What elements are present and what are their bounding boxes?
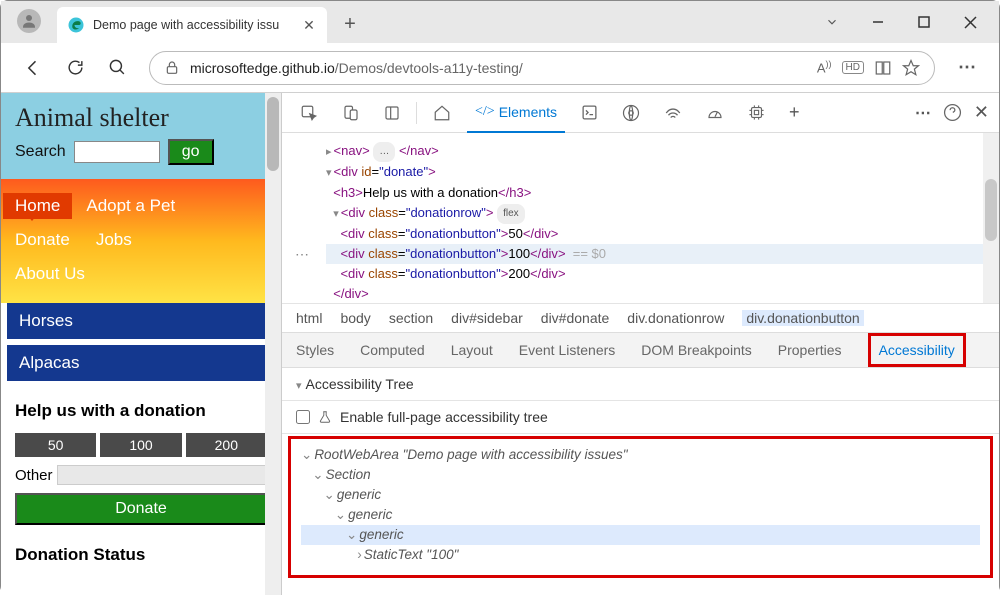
refresh-button[interactable] (57, 50, 93, 86)
network-tab[interactable] (656, 93, 690, 133)
memory-tab[interactable] (740, 93, 773, 133)
enable-checkbox[interactable] (296, 410, 310, 424)
close-devtools-icon[interactable]: ✕ (974, 102, 989, 123)
new-tab-button[interactable]: + (335, 9, 365, 39)
donate-button[interactable]: Donate (15, 493, 267, 525)
close-tab-icon[interactable]: ✕ (301, 17, 317, 33)
styles-subtabs: Styles Computed Layout Event Listeners D… (282, 332, 999, 368)
page-title: Animal shelter (15, 103, 267, 133)
close-window-button[interactable] (947, 1, 993, 43)
accessibility-tree[interactable]: RootWebArea "Demo page with accessibilit… (288, 436, 993, 578)
rendered-page: Animal shelter Search go Home Adopt a Pe… (1, 93, 281, 595)
console-tab[interactable] (573, 93, 606, 133)
sources-tab[interactable] (614, 93, 648, 133)
link-horses[interactable]: Horses (7, 303, 275, 339)
elements-tab[interactable]: </>Elements (467, 93, 565, 133)
enable-fullpage-row: Enable full-page accessibility tree (282, 401, 999, 434)
more-tools-icon[interactable]: ⋯ (915, 103, 931, 123)
window-titlebar: Demo page with accessibility issu ✕ + (1, 1, 999, 43)
more-tabs[interactable]: + (781, 93, 808, 133)
go-button[interactable]: go (168, 139, 214, 165)
nav-donate[interactable]: Donate (3, 227, 82, 253)
tab-computed[interactable]: Computed (360, 342, 425, 358)
nav-adopt[interactable]: Adopt a Pet (74, 193, 187, 219)
devtools-panel: </>Elements + ⋯ ✕ <nav> … </nav> <div id… (281, 93, 999, 595)
tab-title: Demo page with accessibility issu (93, 18, 293, 32)
search-input[interactable] (74, 141, 160, 163)
maximize-button[interactable] (901, 1, 947, 43)
dock-tool[interactable] (376, 93, 408, 133)
status-heading: Donation Status (15, 545, 267, 565)
donation-heading: Help us with a donation (15, 401, 267, 421)
nav-jobs[interactable]: Jobs (84, 227, 144, 253)
main-nav: Home Adopt a Pet Donate Jobs About Us (1, 179, 281, 303)
amount-200[interactable]: 200 (186, 433, 267, 457)
help-icon[interactable] (943, 103, 962, 122)
address-bar[interactable]: microsoftedge.github.io/Demos/devtools-a… (149, 51, 935, 85)
tab-properties[interactable]: Properties (778, 342, 842, 358)
other-label: Other (15, 467, 53, 484)
device-tool[interactable] (334, 93, 368, 133)
dom-scrollbar[interactable] (983, 133, 999, 303)
reader-icon[interactable] (874, 59, 892, 77)
link-alpacas[interactable]: Alpacas (7, 345, 275, 381)
other-input[interactable] (57, 465, 267, 485)
more-button[interactable]: ⋯ (949, 50, 985, 86)
lock-icon (164, 60, 180, 76)
page-scrollbar[interactable] (265, 93, 281, 595)
browser-toolbar: microsoftedge.github.io/Demos/devtools-a… (1, 43, 999, 93)
tab-event-listeners[interactable]: Event Listeners (519, 342, 616, 358)
a11y-tree-heading[interactable]: Accessibility Tree (282, 368, 999, 401)
nav-about[interactable]: About Us (3, 261, 97, 287)
read-aloud-icon[interactable]: A)) (817, 59, 832, 75)
tab-accessibility[interactable]: Accessibility (868, 333, 966, 367)
tab-dom-breakpoints[interactable]: DOM Breakpoints (641, 342, 751, 358)
search-button[interactable] (99, 50, 135, 86)
search-label: Search (15, 143, 66, 161)
profile-icon[interactable] (17, 9, 41, 33)
edge-icon (67, 16, 85, 34)
url-text: microsoftedge.github.io/Demos/devtools-a… (190, 60, 807, 76)
tab-layout[interactable]: Layout (451, 342, 493, 358)
inspect-tool[interactable] (292, 93, 326, 133)
minimize-button[interactable] (855, 1, 901, 43)
devtools-tabs: </>Elements + ⋯ ✕ (282, 93, 999, 133)
amount-100[interactable]: 100 (100, 433, 181, 457)
browser-tab[interactable]: Demo page with accessibility issu ✕ (57, 7, 327, 43)
breadcrumb[interactable]: html body section div#sidebar div#donate… (282, 303, 999, 332)
amount-50[interactable]: 50 (15, 433, 96, 457)
performance-tab[interactable] (698, 93, 732, 133)
flask-icon (318, 410, 332, 424)
back-button[interactable] (15, 50, 51, 86)
favorite-icon[interactable] (902, 59, 920, 77)
hd-badge: HD (842, 61, 864, 74)
chevron-down-icon[interactable] (809, 1, 855, 43)
nav-home[interactable]: Home (3, 193, 72, 219)
welcome-tab[interactable] (425, 93, 459, 133)
tab-styles[interactable]: Styles (296, 342, 334, 358)
dom-tree[interactable]: <nav> … </nav> <div id="donate"> <h3>Hel… (282, 133, 999, 303)
